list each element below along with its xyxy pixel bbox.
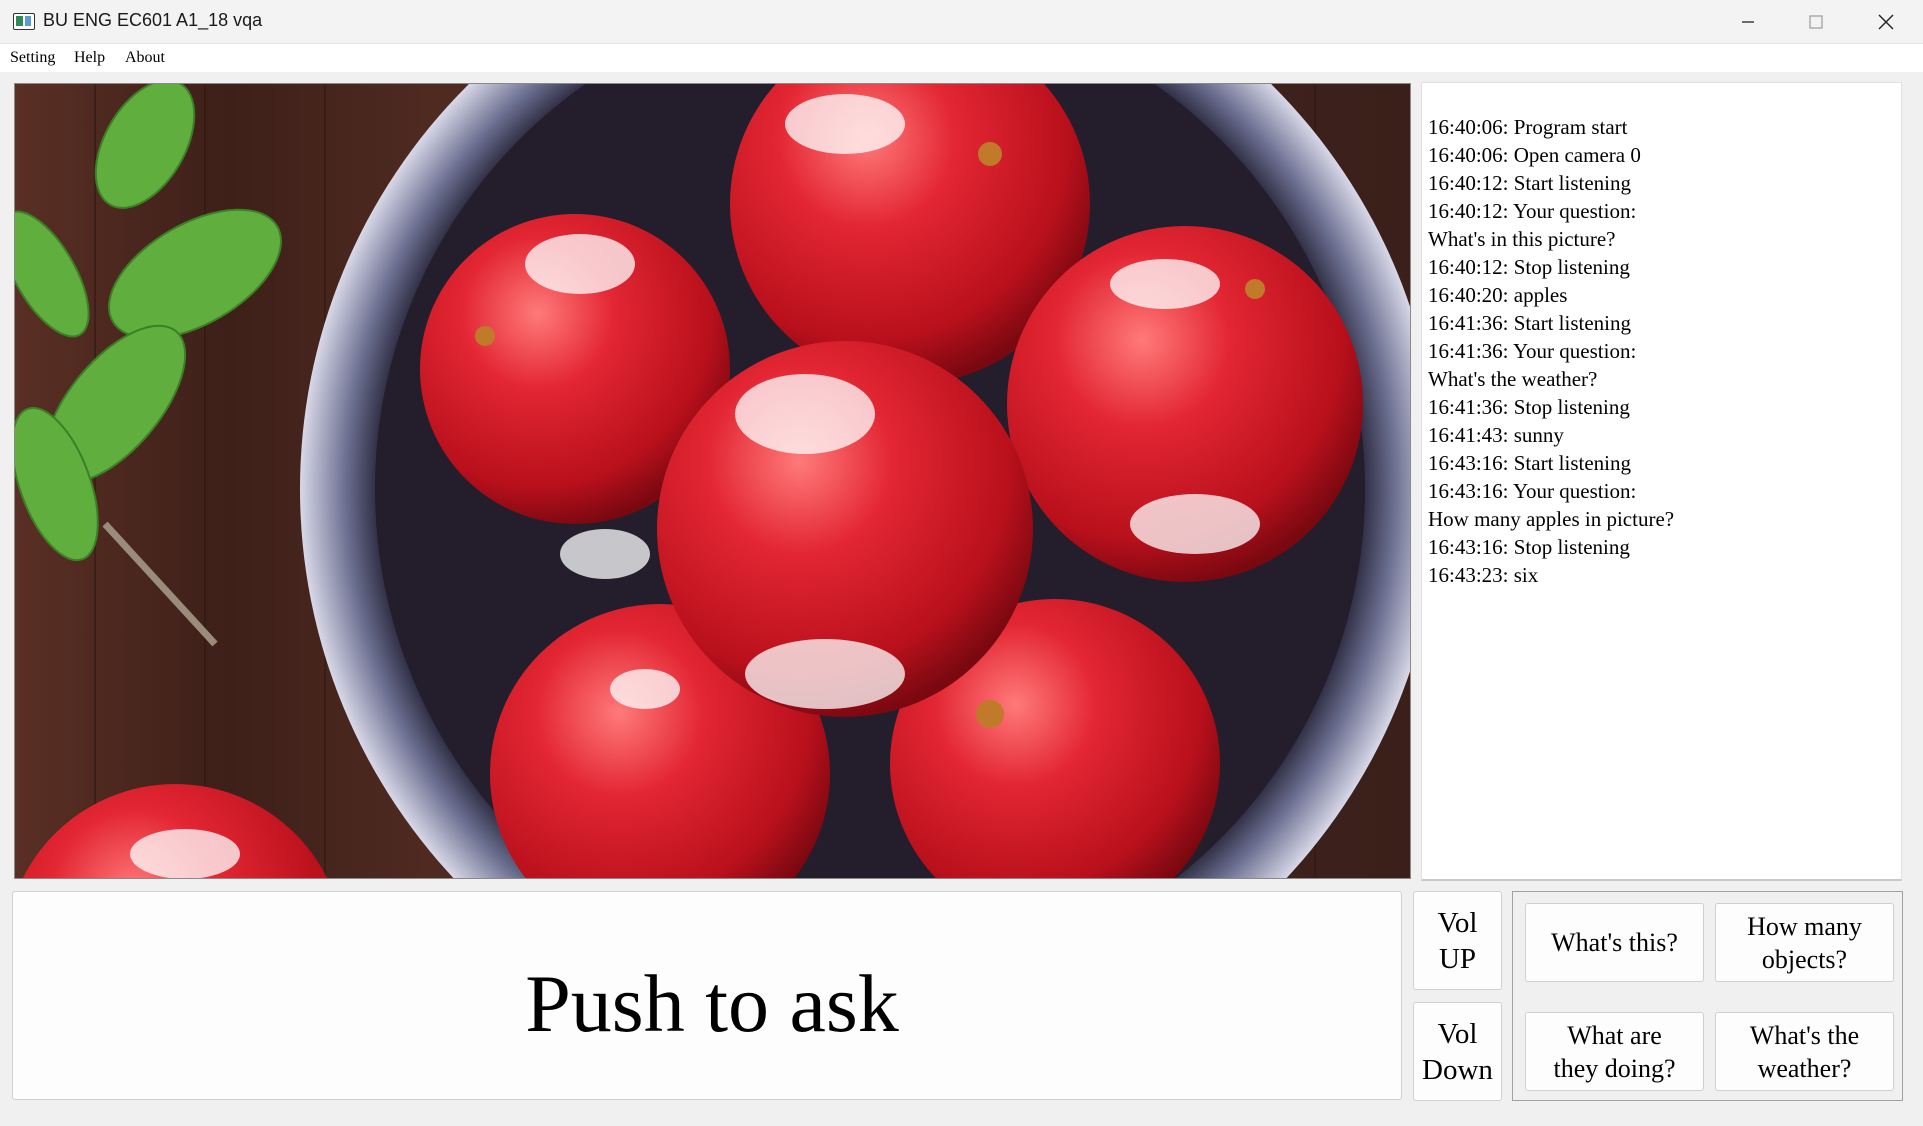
log-line: 16:40:12: Your question: [1428, 199, 1637, 223]
maximize-icon [1809, 15, 1823, 29]
close-button[interactable] [1852, 0, 1920, 44]
how-many-objects-button[interactable]: How many objects? [1715, 903, 1894, 982]
app-window-icon [13, 13, 35, 30]
title-bar: BU ENG EC601 A1_18 vqa [0, 0, 1923, 44]
log-line: 16:40:06: Open camera 0 [1428, 143, 1641, 167]
window-title: BU ENG EC601 A1_18 vqa [43, 10, 263, 30]
log-list: 16:40:06: Program start 16:40:06: Open c… [1428, 113, 1674, 589]
log-line: 16:41:43: sunny [1428, 423, 1564, 447]
whats-the-weather-button[interactable]: What's the weather? [1715, 1012, 1894, 1091]
camera-feed [14, 83, 1411, 879]
what-are-they-doing-button[interactable]: What are they doing? [1525, 1012, 1704, 1091]
log-line: 16:41:36: Start listening [1428, 311, 1631, 335]
camera-image [15, 84, 1410, 878]
menu-bar: Setting Help About [0, 44, 1923, 72]
close-icon [1878, 14, 1894, 30]
minimize-icon [1742, 21, 1754, 23]
how-many-objects-label: How many objects? [1747, 911, 1862, 974]
log-line: 16:43:16: Start listening [1428, 451, 1631, 475]
volume-down-label: Vol Down [1422, 1017, 1493, 1086]
log-line: What's in this picture? [1428, 227, 1616, 251]
log-line: 16:40:20: apples [1428, 283, 1568, 307]
menu-setting[interactable]: Setting [10, 49, 55, 67]
log-line: 16:43:16: Your question: [1428, 479, 1637, 503]
maximize-button[interactable] [1782, 0, 1850, 44]
volume-down-button[interactable]: Vol Down [1413, 1002, 1502, 1101]
log-line: 16:40:06: Program start [1428, 115, 1628, 139]
quick-questions-group: What's this? How many objects? What are … [1512, 891, 1903, 1101]
volume-up-button[interactable]: Vol UP [1413, 891, 1502, 990]
log-line: 16:43:23: six [1428, 563, 1539, 587]
push-to-ask-button[interactable]: Push to ask [12, 891, 1402, 1100]
log-line: 16:41:36: Your question: [1428, 339, 1637, 363]
volume-up-label: Vol UP [1437, 906, 1478, 975]
menu-about[interactable]: About [125, 49, 165, 67]
whats-this-button[interactable]: What's this? [1525, 903, 1704, 982]
menu-help[interactable]: Help [74, 49, 105, 67]
log-line: How many apples in picture? [1428, 507, 1675, 531]
minimize-button[interactable] [1714, 0, 1782, 44]
log-line: 16:43:16: Stop listening [1428, 535, 1630, 559]
log-line: What's the weather? [1428, 367, 1598, 391]
what-are-they-doing-label: What are they doing? [1553, 1020, 1676, 1083]
log-panel[interactable]: 16:40:06: Program start 16:40:06: Open c… [1421, 82, 1902, 881]
push-to-ask-label: Push to ask [525, 957, 899, 1049]
log-line: 16:40:12: Start listening [1428, 171, 1631, 195]
log-line: 16:40:12: Stop listening [1428, 255, 1630, 279]
log-line: 16:41:36: Stop listening [1428, 395, 1630, 419]
whats-this-label: What's this? [1551, 928, 1678, 957]
whats-the-weather-label: What's the weather? [1749, 1020, 1860, 1083]
